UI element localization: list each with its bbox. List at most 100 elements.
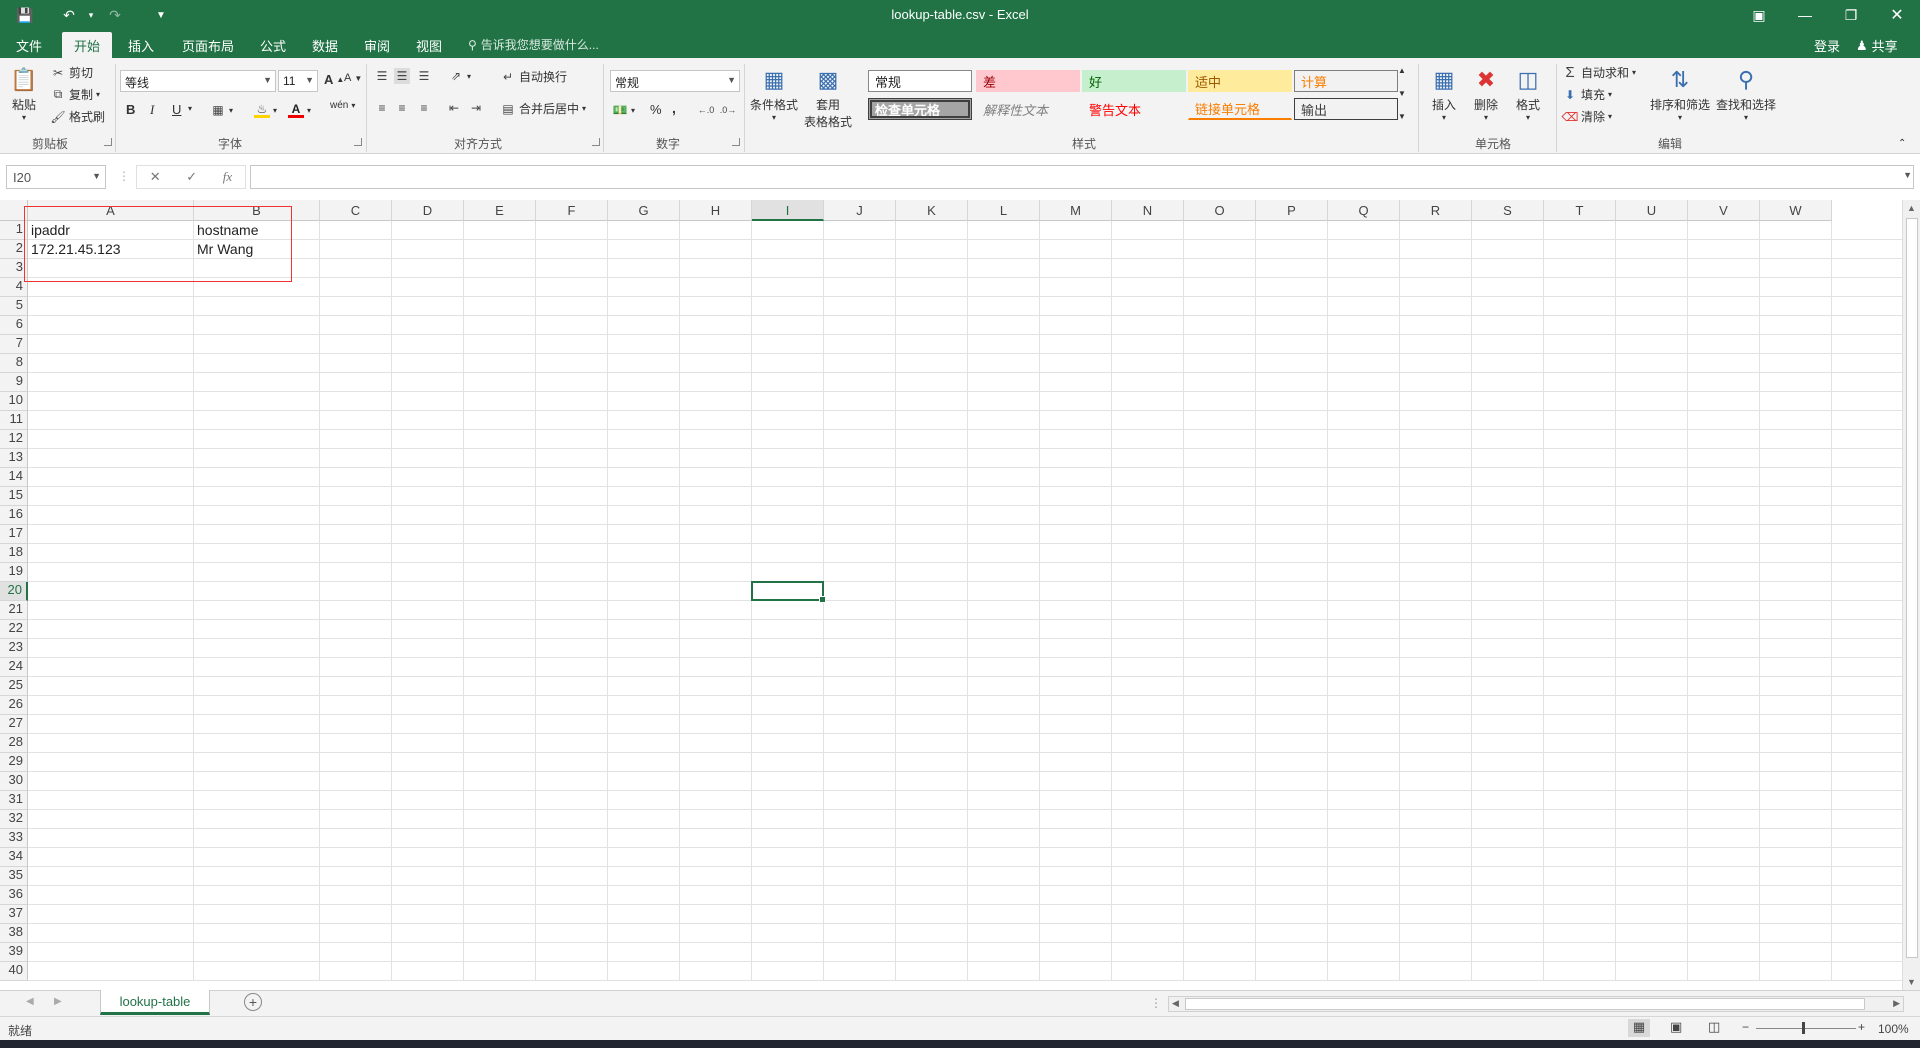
tab-data[interactable]: 数据 [300,32,350,58]
zoom-slider[interactable] [1756,1028,1856,1029]
wrap-text-button[interactable]: ↵ 自动换行 [500,68,567,85]
percent-button[interactable]: % [650,102,662,117]
tab-insert[interactable]: 插入 [116,32,166,58]
scroll-down-icon[interactable]: ▼ [1907,977,1916,987]
merge-center-button[interactable]: ▤ 合并后居中 ▾ [500,100,586,117]
cell-style-item[interactable]: 链接单元格 [1188,98,1292,120]
column-header[interactable]: I [752,200,824,221]
column-header[interactable]: L [968,200,1040,221]
worksheet-grid[interactable]: A B C D E F G H I J K L M N O P Q R S T U V W 1 2 3 4 5 6 7 8 9 10 11 12 13… [0,200,1920,990]
cell-style-item[interactable]: 适中 [1188,70,1292,92]
column-header[interactable]: F [536,200,608,221]
prev-sheet-icon[interactable]: ◀ [26,996,34,1007]
row-header[interactable]: 38 [0,924,28,943]
column-header[interactable]: D [392,200,464,221]
row-header[interactable]: 29 [0,753,28,772]
column-header[interactable]: M [1040,200,1112,221]
column-header[interactable]: R [1400,200,1472,221]
column-header[interactable]: J [824,200,896,221]
row-header[interactable]: 33 [0,829,28,848]
underline-button[interactable]: U [172,102,181,117]
row-header[interactable]: 34 [0,848,28,867]
autosum-button[interactable]: Σ 自动求和 ▾ [1562,64,1636,81]
column-header[interactable]: O [1184,200,1256,221]
row-header[interactable]: 26 [0,696,28,715]
column-header[interactable]: K [896,200,968,221]
font-color-button[interactable]: A ▾ [288,102,311,118]
cell-style-item[interactable]: 解释性文本 [976,98,1080,120]
scroll-right-icon[interactable]: ▶ [1893,998,1900,1009]
row-header[interactable]: 13 [0,449,28,468]
enter-icon[interactable]: ✓ [186,169,197,185]
align-left-button[interactable]: ≡ [374,100,390,116]
row-header[interactable]: 22 [0,620,28,639]
cell-style-item[interactable]: 差 [976,70,1080,92]
minimize-icon[interactable]: — [1782,0,1828,30]
tab-file[interactable]: 文件 [4,32,54,58]
decrease-decimal-button[interactable]: .0→ [720,102,737,118]
align-center-button[interactable]: ≡ [394,100,410,116]
align-top-button[interactable]: ☰ [374,68,390,84]
restore-icon[interactable]: ❐ [1828,0,1874,30]
login-link[interactable]: 登录 [1814,36,1840,55]
font-family-select[interactable]: 等线 ▼ [120,70,276,92]
number-format-select[interactable]: 常规 ▼ [610,70,740,92]
close-icon[interactable]: ✕ [1874,0,1920,30]
scroll-left-icon[interactable]: ◀ [1172,998,1179,1009]
name-box[interactable]: I20 ▼ [6,165,106,189]
page-layout-view-icon[interactable]: ▣ [1670,1019,1682,1035]
row-header[interactable]: 35 [0,867,28,886]
row-header[interactable]: 31 [0,791,28,810]
vertical-scrollbar[interactable]: ▲ ▼ [1902,200,1920,990]
share-button[interactable]: ♟ 共享 [1856,36,1898,55]
column-header[interactable]: G [608,200,680,221]
format-as-table-button[interactable]: ▩ 套用 表格格式 [804,64,852,130]
row-header[interactable]: 20 [0,582,28,601]
clipboard-launcher-icon[interactable] [104,138,112,146]
increase-indent-button[interactable]: ⇥ [468,100,484,116]
selected-cell[interactable] [751,581,826,603]
alignment-launcher-icon[interactable] [592,138,600,146]
sort-filter-button[interactable]: ⇅ 排序和筛选 ▾ [1650,64,1710,122]
sheet-tab-lookup-table[interactable]: lookup-table [100,990,210,1015]
tab-formulas[interactable]: 公式 [248,32,298,58]
zoom-slider-handle[interactable] [1802,1022,1805,1034]
orientation-button[interactable]: ⇗ ▾ [448,68,471,84]
delete-cells-button[interactable]: ✖ 删除 ▾ [1470,64,1502,122]
horizontal-scroll-thumb[interactable] [1185,998,1865,1010]
copy-button[interactable]: ⧉ 复制 ▾ [50,86,100,103]
paste-button[interactable]: 📋 粘贴 ▾ [8,64,40,122]
italic-button[interactable]: I [150,102,154,118]
vertical-scroll-thumb[interactable] [1906,218,1918,958]
insert-cells-button[interactable]: ▦ 插入 ▾ [1428,64,1460,122]
column-header[interactable]: W [1760,200,1832,221]
row-header[interactable]: 19 [0,563,28,582]
column-header[interactable]: C [320,200,392,221]
row-header[interactable]: 39 [0,943,28,962]
cell-style-item[interactable]: 好 [1082,70,1186,92]
row-header[interactable]: 37 [0,905,28,924]
cell-style-item[interactable]: 警告文本 [1082,98,1186,120]
row-header[interactable]: 36 [0,886,28,905]
row-header[interactable]: 16 [0,506,28,525]
column-header[interactable]: E [464,200,536,221]
page-break-view-icon[interactable]: ◫ [1708,1019,1720,1035]
zoom-out-icon[interactable]: − [1742,1020,1749,1034]
cell-style-item[interactable]: 检查单元格 [868,98,972,120]
tab-page-layout[interactable]: 页面布局 [170,32,246,58]
number-launcher-icon[interactable] [732,138,740,146]
fill-button[interactable]: ⬇ 填充 ▾ [1562,86,1612,103]
expand-formula-icon[interactable]: ▼ [1903,170,1912,180]
collapse-ribbon-icon[interactable]: ⌃ [1898,138,1906,149]
column-header[interactable]: Q [1328,200,1400,221]
row-header[interactable]: 30 [0,772,28,791]
tab-view[interactable]: 视图 [404,32,454,58]
format-painter-button[interactable]: 🖌 格式刷 [50,108,105,125]
cell-style-item[interactable]: 计算 [1294,70,1398,92]
bold-button[interactable]: B [126,102,135,117]
row-header[interactable]: 9 [0,373,28,392]
phonetic-button[interactable]: wén ▾ [330,100,355,111]
comma-button[interactable]: , [672,100,676,116]
grow-font-button[interactable]: A ▲ [324,72,344,87]
shrink-font-button[interactable]: A ▼ [344,72,362,84]
